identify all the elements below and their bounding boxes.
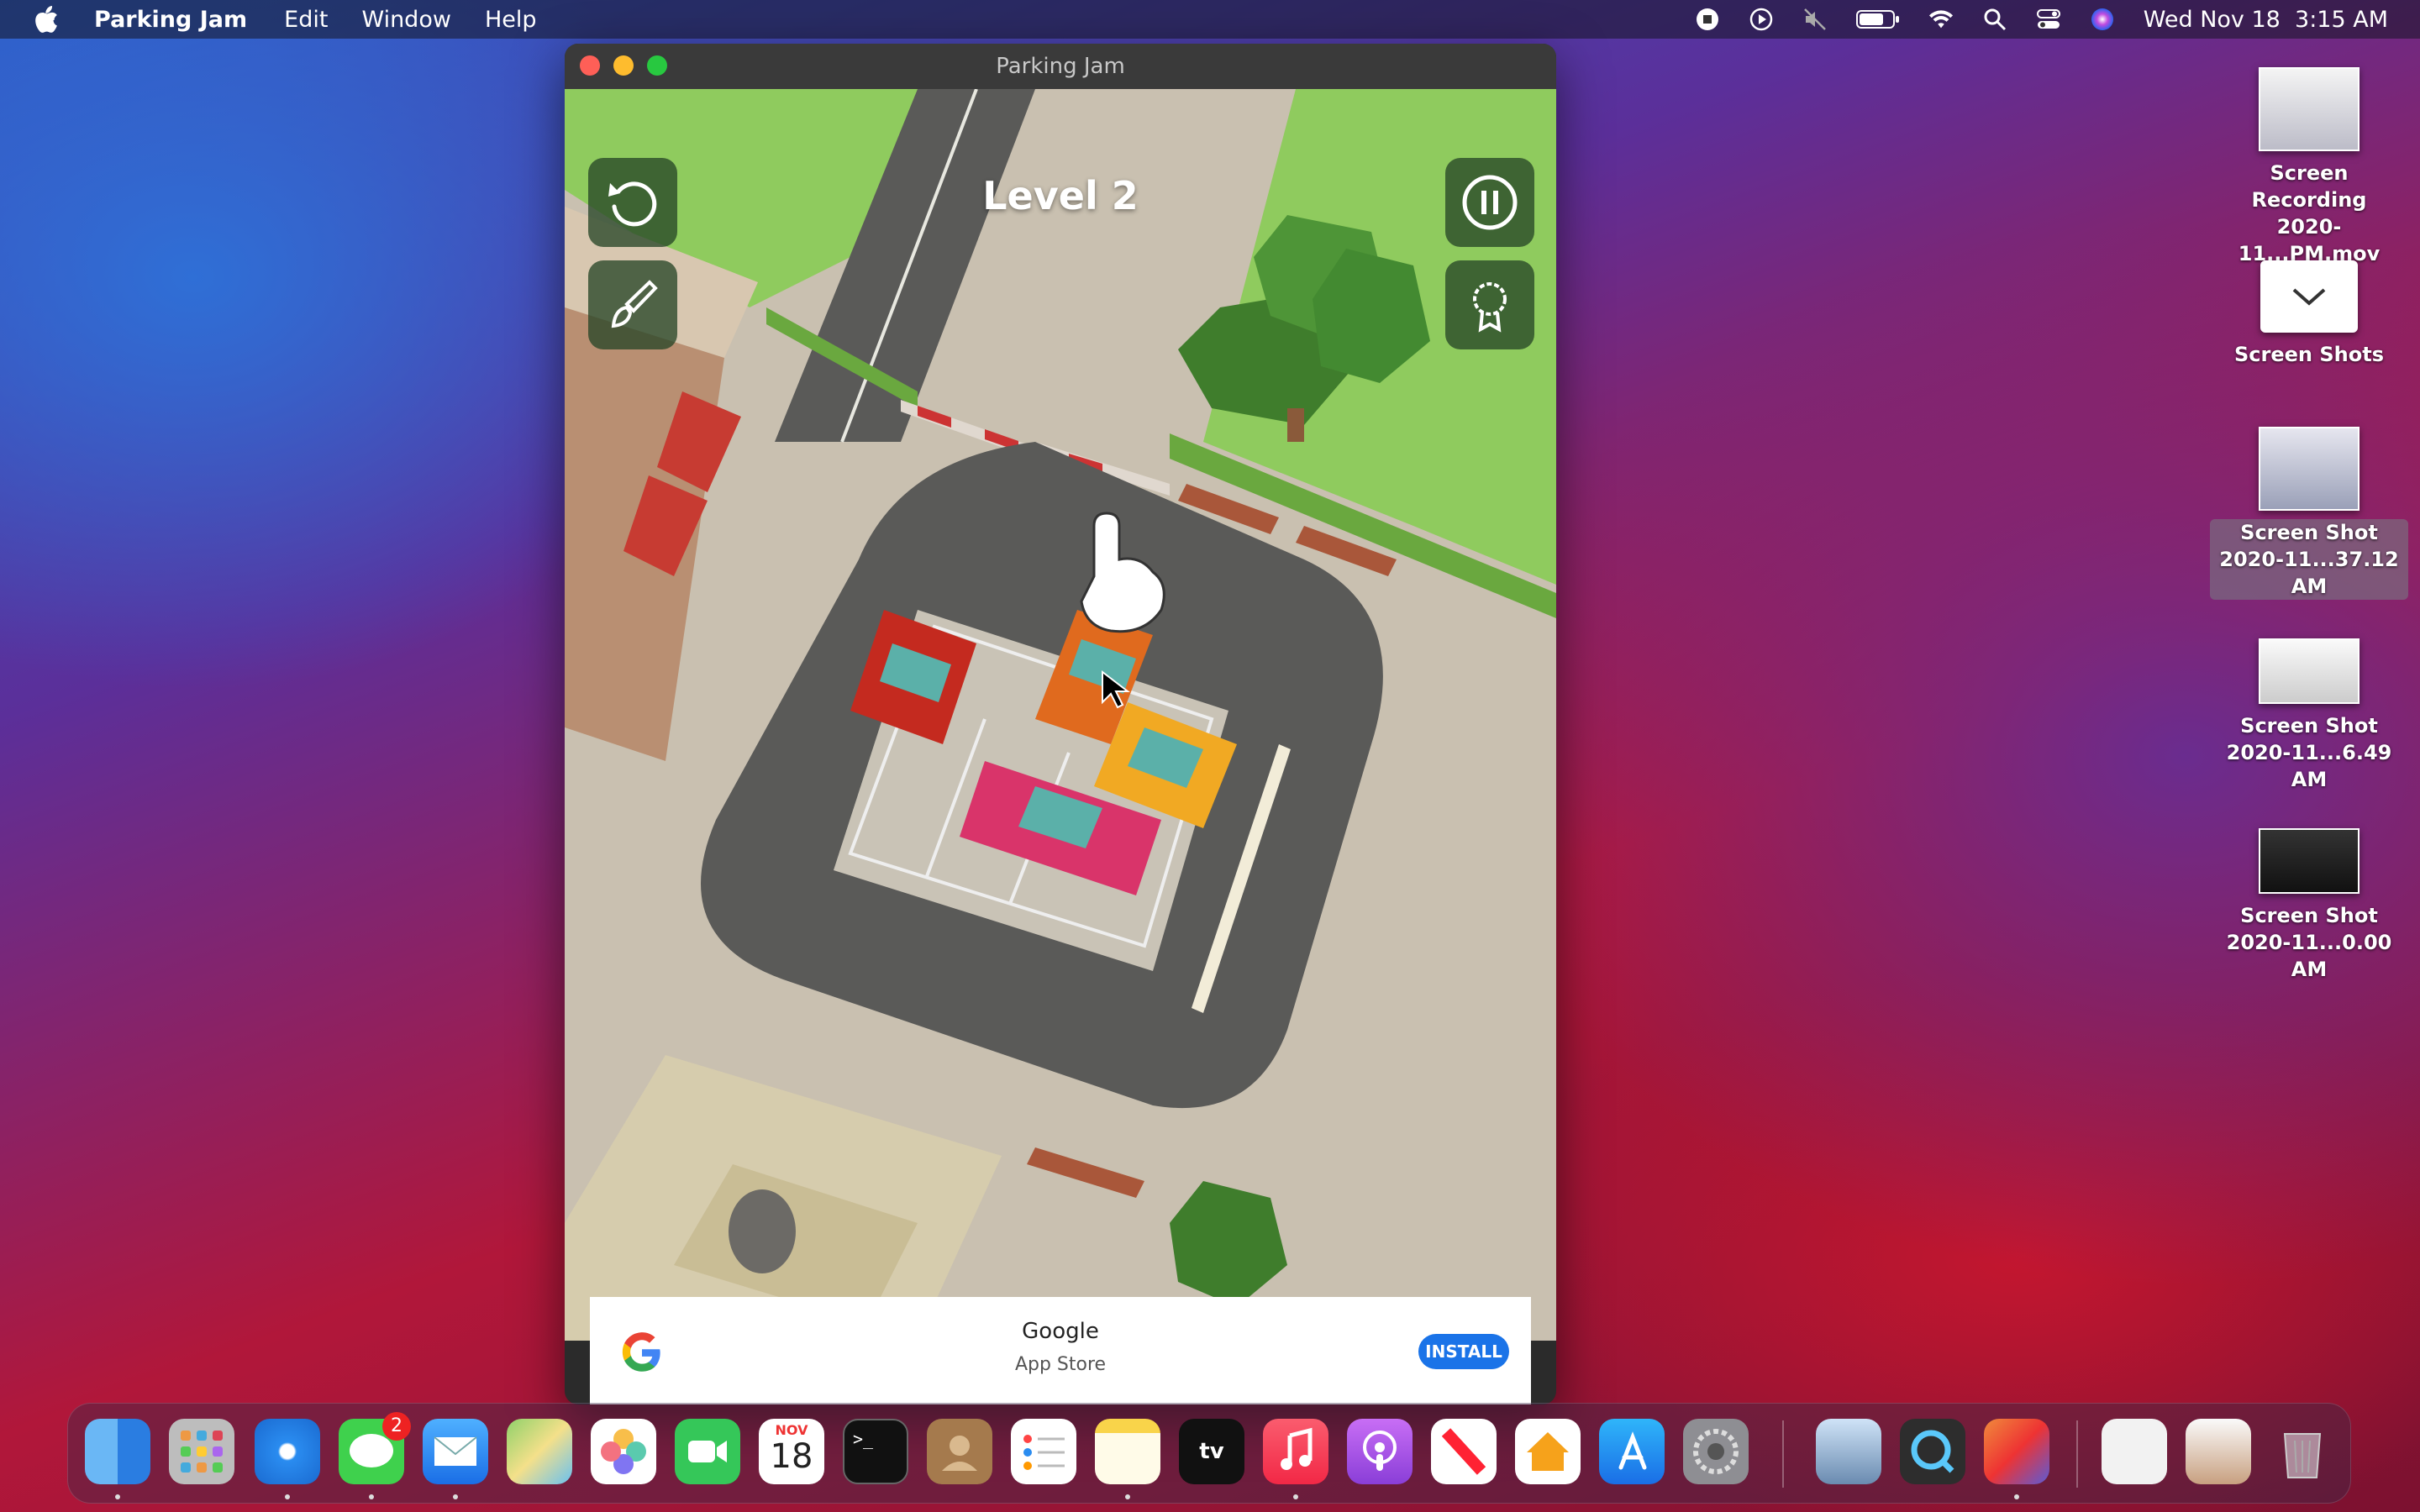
system-preferences-icon[interactable]: [1683, 1419, 1749, 1484]
messages-icon[interactable]: 2: [339, 1412, 411, 1484]
screen-record-stop-icon[interactable]: [1695, 7, 1720, 32]
folder-icon: [2260, 260, 2358, 333]
screenshot-thumbnail-icon: [2259, 828, 2360, 894]
apple-tv-icon[interactable]: tv: [1179, 1419, 1244, 1484]
mail-icon[interactable]: [423, 1419, 488, 1484]
facetime-icon[interactable]: [675, 1419, 740, 1484]
home-icon[interactable]: [1515, 1419, 1581, 1484]
menu-help[interactable]: Help: [485, 7, 537, 33]
menu-app-name[interactable]: Parking Jam: [94, 7, 247, 33]
messages-badge: 2: [382, 1412, 411, 1441]
desktop-icon-screen-shot-2[interactable]: Screen Shot 2020-11...6.49 AM: [2217, 638, 2402, 793]
level-label: Level 2: [982, 173, 1139, 218]
finder-icon[interactable]: [85, 1419, 150, 1484]
wifi-icon[interactable]: [1928, 7, 1954, 32]
desktop-icon-label: 2020-11...0.00 AM: [2226, 931, 2392, 981]
desktop-icon-screen-shot-1[interactable]: Screen Shot 2020-11...37.12 AM: [2210, 427, 2408, 600]
game-scene[interactable]: [565, 89, 1556, 1341]
app-window: Parking Jam Level 2 Google App Store INS…: [565, 44, 1556, 1404]
safari-icon[interactable]: [255, 1419, 320, 1484]
control-center-icon[interactable]: [2036, 7, 2061, 32]
desktop-icon-label: Screen Shots: [2234, 343, 2384, 366]
pause-icon: [1462, 175, 1518, 230]
game-canvas[interactable]: Level 2: [565, 89, 1556, 1341]
window-title: Parking Jam: [996, 54, 1125, 79]
restart-button[interactable]: [588, 158, 677, 247]
calendar-month: NOV: [775, 1422, 808, 1438]
ad-banner[interactable]: Google App Store INSTALL: [590, 1297, 1531, 1404]
menu-edit[interactable]: Edit: [284, 7, 328, 33]
screenshot-thumbnail-icon: [2259, 638, 2360, 704]
podcasts-icon[interactable]: [1347, 1419, 1413, 1484]
downloads-stack-icon[interactable]: [2186, 1419, 2251, 1484]
desktop-icon-label: 2020-11...37.12 AM: [2219, 548, 2399, 598]
desktop-icon-label: Screen Shot: [2240, 521, 2378, 544]
terminal-icon[interactable]: >_: [843, 1419, 908, 1484]
achievements-button[interactable]: [1445, 260, 1534, 349]
ad-title: Google: [1022, 1319, 1099, 1344]
dock-divider: [2076, 1420, 2078, 1488]
movie-thumbnail-icon: [2259, 67, 2360, 151]
search-icon[interactable]: [1982, 7, 2007, 32]
desktop-icon-screen-recording[interactable]: Screen Recording 2020-11...PM.mov: [2217, 67, 2402, 267]
dock-divider: [1782, 1420, 1784, 1488]
paint-brush-icon: [611, 280, 658, 328]
menubar-clock[interactable]: Wed Nov 18 3:15 AM: [2144, 7, 2388, 33]
calendar-day: 18: [770, 1437, 813, 1476]
music-icon[interactable]: [1263, 1419, 1328, 1484]
ipa-file-icon[interactable]: [2102, 1419, 2167, 1484]
menu-bar: Parking Jam Edit Window Help Wed Nov 18 …: [0, 0, 2420, 39]
ad-subtitle: App Store: [1014, 1354, 1107, 1375]
apple-menu-icon[interactable]: [34, 5, 59, 34]
contacts-icon[interactable]: [927, 1419, 992, 1484]
notes-icon[interactable]: [1095, 1419, 1160, 1484]
app-store-icon[interactable]: [1599, 1419, 1665, 1484]
news-icon[interactable]: [1431, 1419, 1497, 1484]
preview-icon[interactable]: [1816, 1419, 1881, 1484]
badge-icon: [1473, 282, 1507, 333]
apple-tv-label: tv: [1199, 1439, 1224, 1464]
photos-icon[interactable]: [591, 1419, 656, 1484]
desktop-icon-screen-shots-folder[interactable]: Screen Shots: [2217, 260, 2402, 368]
desktop-icon-screen-shot-3[interactable]: Screen Shot 2020-11...0.00 AM: [2217, 828, 2402, 983]
desktop-icon-label: Screen Shot: [2240, 714, 2378, 738]
desktop-icon-label: 2020-11...PM.mov: [2238, 215, 2381, 265]
desktop-icon-label: 2020-11...6.49 AM: [2226, 741, 2392, 791]
calendar-icon[interactable]: NOV 18: [759, 1419, 824, 1484]
battery-icon[interactable]: [1855, 7, 1900, 32]
mute-icon[interactable]: [1802, 7, 1828, 32]
quicktime-icon[interactable]: [1900, 1419, 1965, 1484]
desktop-icon-label: Screen Shot: [2240, 904, 2378, 927]
ad-install-button[interactable]: INSTALL: [1418, 1334, 1509, 1369]
desktop-icon-label: Screen Recording: [2251, 161, 2367, 212]
trash-icon[interactable]: [2270, 1419, 2335, 1484]
screenshot-thumbnail-icon: [2259, 427, 2360, 511]
dock: 2 NOV 18 >_ tv: [67, 1403, 2351, 1504]
pause-button[interactable]: [1445, 158, 1534, 247]
play-icon[interactable]: [1749, 7, 1774, 32]
parking-jam-app-icon[interactable]: [1984, 1419, 2049, 1484]
menu-window[interactable]: Window: [361, 7, 450, 33]
reminders-icon[interactable]: [1011, 1419, 1076, 1484]
restart-icon: [608, 181, 657, 227]
skin-shop-button[interactable]: [588, 260, 677, 349]
launchpad-icon[interactable]: [169, 1419, 234, 1484]
siri-icon[interactable]: [2090, 7, 2115, 32]
maps-icon[interactable]: [507, 1419, 572, 1484]
window-titlebar[interactable]: Parking Jam: [565, 44, 1556, 90]
